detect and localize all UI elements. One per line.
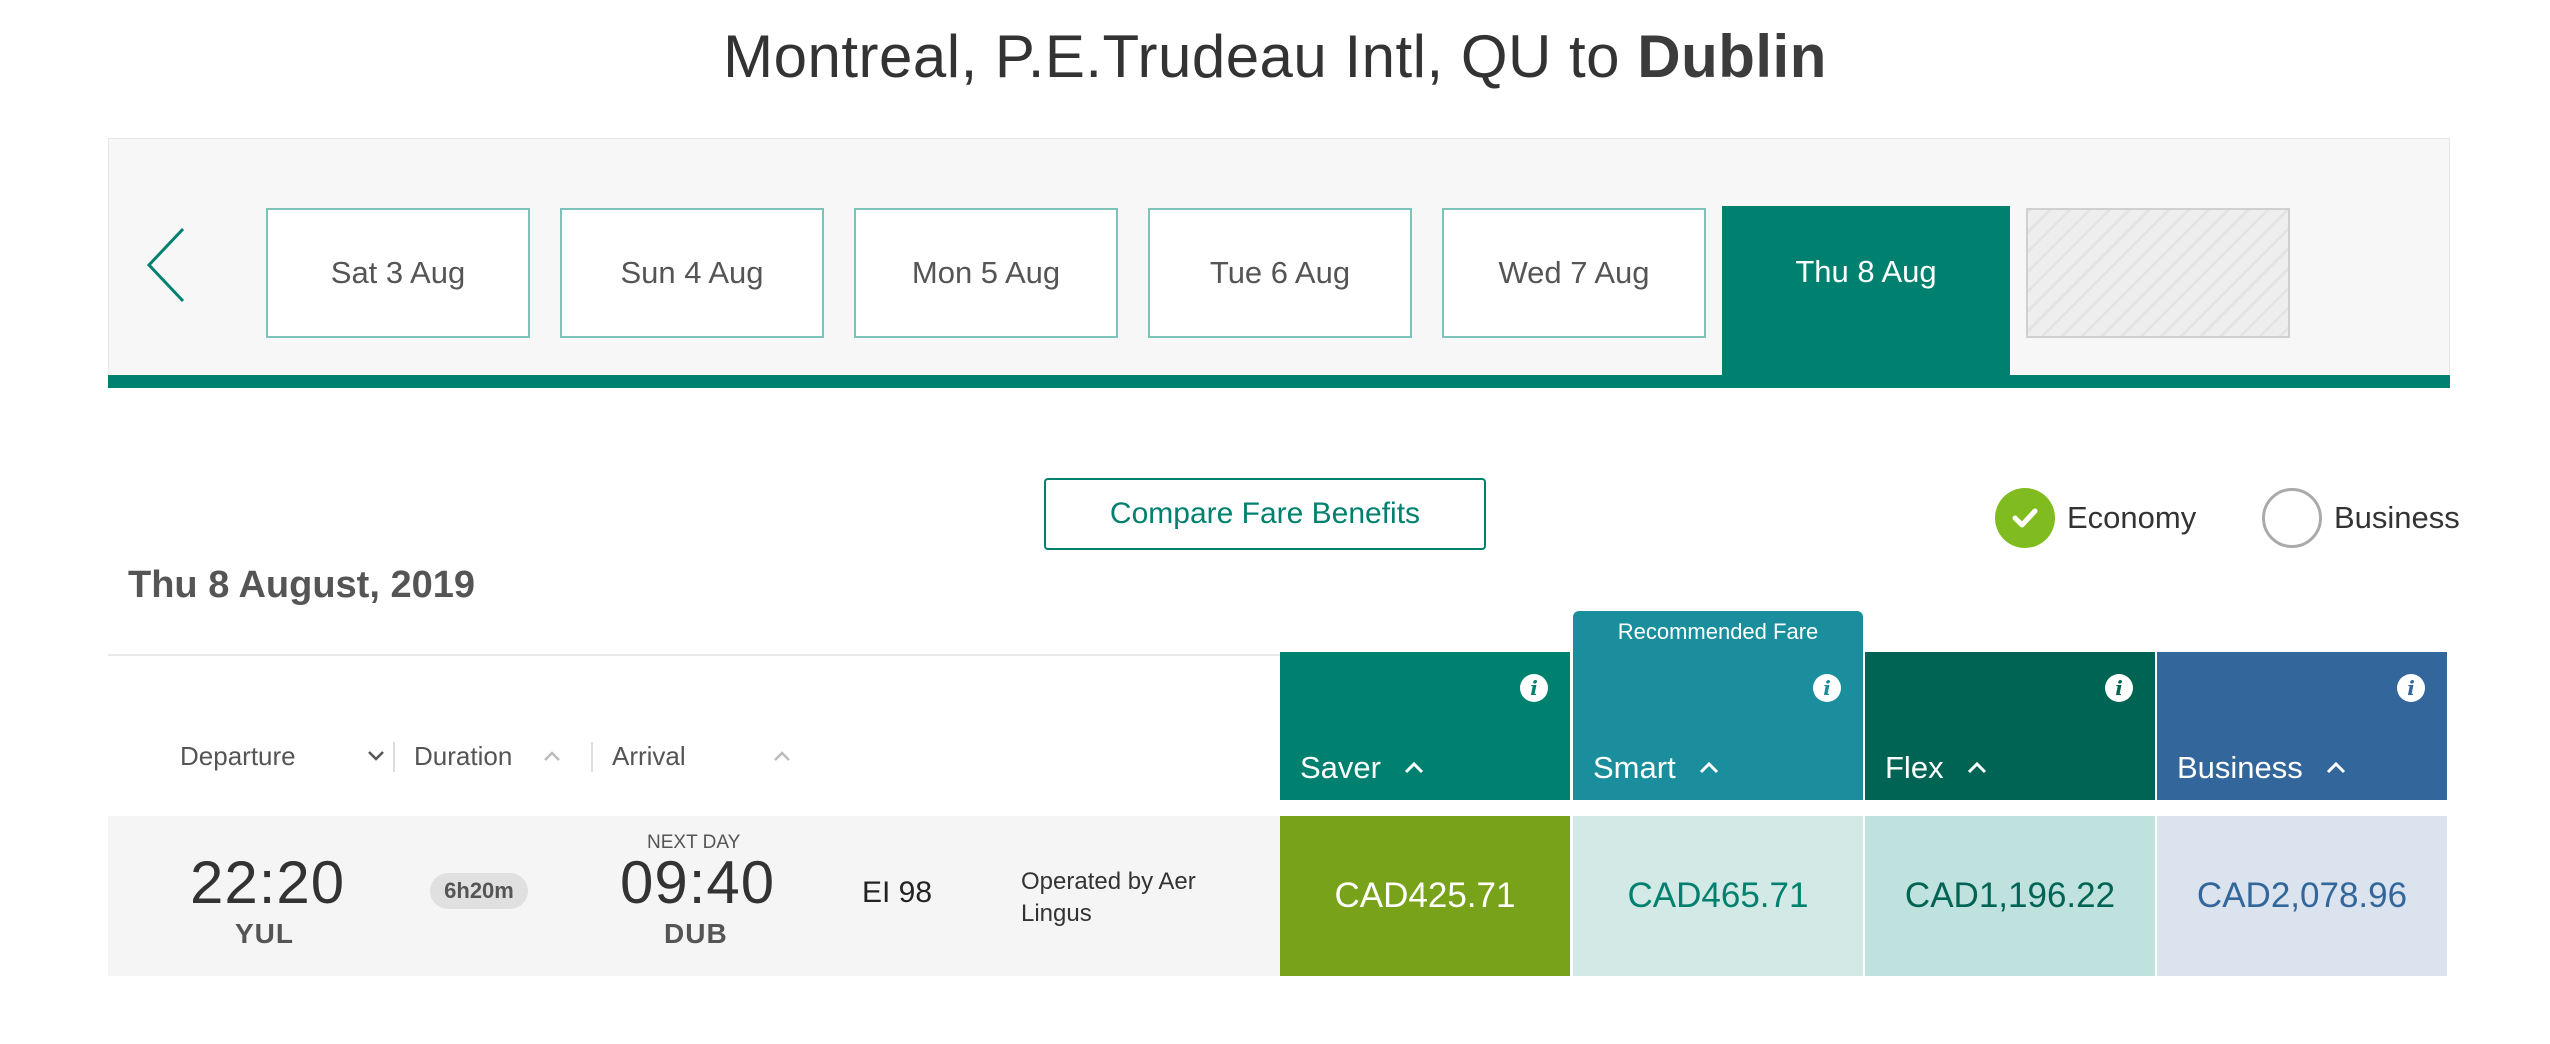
price-smart[interactable]: CAD465.71 [1573, 816, 1863, 976]
fare-header-flex[interactable]: i Flex [1865, 652, 2155, 800]
date-tab-sat-3-aug[interactable]: Sat 3 Aug [266, 208, 530, 338]
date-tab-wed-7-aug[interactable]: Wed 7 Aug [1442, 208, 1706, 338]
fare-header-smart[interactable]: i Smart [1573, 652, 1863, 800]
sort-duration-label: Duration [414, 740, 513, 771]
sort-departure-label: Departure [180, 740, 296, 771]
cabin-option-economy[interactable]: Economy [1995, 488, 2196, 548]
flight-number: EI 98 [862, 876, 933, 909]
sort-separator [591, 742, 593, 772]
divider [108, 654, 1280, 656]
departure-time: 22:20 [190, 849, 346, 916]
chevron-up-icon [773, 751, 790, 761]
previous-dates-button[interactable] [145, 225, 195, 305]
chevron-down-icon [367, 751, 384, 761]
compare-fare-benefits-button[interactable]: Compare Fare Benefits [1044, 478, 1486, 550]
cabin-option-business[interactable]: Business [2262, 488, 2460, 548]
radio-checked-icon [1995, 488, 2055, 548]
radio-unchecked-icon [2262, 488, 2322, 548]
fare-header-business[interactable]: i Business [2157, 652, 2447, 800]
arrival-airport-code: DUB [664, 918, 728, 949]
chevron-up-icon [544, 751, 561, 761]
sort-duration[interactable]: Duration [414, 736, 562, 776]
info-icon[interactable]: i [2397, 674, 2425, 702]
chevron-left-icon [146, 227, 185, 303]
route-origin: Montreal, P.E.Trudeau Intl, QU to [723, 23, 1638, 90]
date-tab-unavailable [2026, 208, 2290, 338]
price-business[interactable]: CAD2,078.96 [2157, 816, 2447, 976]
checkmark-icon [2012, 508, 2038, 528]
date-tab-sun-4-aug[interactable]: Sun 4 Aug [560, 208, 824, 338]
cabin-label-business: Business [2334, 500, 2460, 535]
date-tab-tue-6-aug[interactable]: Tue 6 Aug [1148, 208, 1412, 338]
page-title: Montreal, P.E.Trudeau Intl, QU to Dublin [0, 22, 2550, 91]
chevron-up-icon [1404, 761, 1424, 774]
fare-name-flex: Flex [1885, 750, 1944, 785]
fare-name-smart: Smart [1593, 750, 1676, 785]
info-icon[interactable]: i [1813, 674, 1841, 702]
chevron-up-icon [1699, 761, 1718, 774]
selected-date-heading: Thu 8 August, 2019 [128, 564, 475, 606]
cabin-label-economy: Economy [2067, 500, 2197, 535]
operated-by: Operated by Aer Lingus [1021, 868, 1196, 927]
departure-airport-code: YUL [235, 918, 294, 949]
price-saver[interactable]: CAD425.71 [1280, 816, 1570, 976]
info-icon[interactable]: i [1520, 674, 1548, 702]
date-tab-thu-8-aug[interactable]: Thu 8 Aug [1722, 206, 2010, 376]
arrival-time: 09:40 [620, 849, 776, 916]
duration-badge: 6h20m [430, 873, 528, 909]
sort-separator [393, 742, 395, 772]
chevron-up-icon [1967, 761, 1986, 774]
date-tab-mon-5-aug[interactable]: Mon 5 Aug [854, 208, 1118, 338]
fare-name-saver: Saver [1300, 750, 1381, 785]
recommended-fare-badge: Recommended Fare [1573, 611, 1863, 652]
chevron-up-icon [2326, 761, 2345, 774]
info-icon[interactable]: i [2105, 674, 2133, 702]
fare-name-business: Business [2177, 750, 2303, 785]
sort-arrival[interactable]: Arrival [612, 736, 792, 776]
date-carousel-underline [108, 375, 2450, 388]
route-destination: Dublin [1637, 23, 1827, 90]
sort-arrival-label: Arrival [612, 740, 686, 771]
sort-departure[interactable]: Departure [180, 736, 386, 776]
fare-header-saver[interactable]: i Saver [1280, 652, 1570, 800]
price-flex[interactable]: CAD1,196.22 [1865, 816, 2155, 976]
